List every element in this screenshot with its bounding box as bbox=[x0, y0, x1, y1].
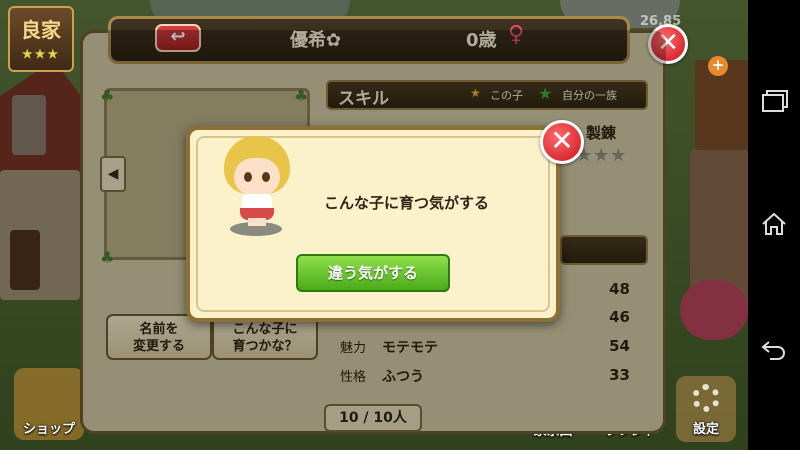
different-feeling-button[interactable]: 違う気がする bbox=[296, 254, 450, 292]
avatar-face bbox=[234, 158, 280, 196]
dialog-message: こんな子に育つ気がする bbox=[324, 194, 490, 212]
dialog-close-button[interactable]: ✕ bbox=[540, 120, 584, 164]
avatar-eye bbox=[244, 172, 252, 182]
settings-label: 設定 bbox=[692, 422, 719, 437]
gear-icon bbox=[692, 384, 720, 412]
family-rank-badge[interactable]: 良家 ★★★ bbox=[8, 6, 74, 72]
family-rank-label: 良家 bbox=[21, 18, 61, 42]
back-arrow-icon[interactable] bbox=[760, 338, 788, 362]
shop-button[interactable]: ショップ bbox=[14, 368, 84, 440]
recents-icon[interactable] bbox=[762, 90, 788, 112]
child-avatar bbox=[218, 136, 298, 240]
home-icon[interactable] bbox=[760, 210, 788, 238]
rank-stars-icon: ★★★ bbox=[21, 47, 61, 61]
add-currency-button[interactable]: + bbox=[708, 56, 728, 76]
settings-button[interactable]: 設定 bbox=[676, 376, 736, 442]
avatar-eye bbox=[262, 172, 270, 182]
shop-label: ショップ bbox=[22, 422, 75, 437]
avatar-legs bbox=[248, 218, 266, 226]
